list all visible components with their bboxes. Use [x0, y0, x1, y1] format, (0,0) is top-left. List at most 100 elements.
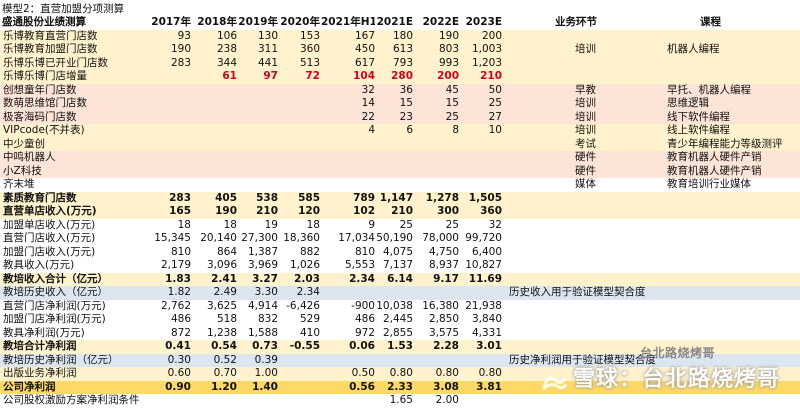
table-cell	[369, 138, 413, 152]
table-cell: -0.55	[289, 340, 320, 352]
table-cell: 0.52	[213, 353, 237, 366]
table-cell	[276, 111, 320, 125]
table-cell: 405	[215, 191, 237, 204]
row-label: 小Z科技	[3, 164, 42, 177]
table-cell: 1,147	[379, 191, 413, 204]
table-cell: 2.41	[211, 272, 237, 285]
table-cell	[193, 178, 237, 192]
table-cell: 1,203	[471, 56, 502, 69]
table-cell: 0.80	[478, 367, 502, 379]
table-cell: 882	[299, 245, 320, 258]
table-cell: 3,840	[471, 313, 502, 325]
header-row: 盛通股份业绩测算 2017年 2018年 2019年 2020年 2021年H1 2021E…	[0, 16, 800, 30]
row-label: 乐博乐博已开业门店数	[3, 56, 108, 69]
row-label: 直营门店净利润(万元)	[3, 299, 106, 312]
table-cell: 0.73	[252, 340, 278, 352]
table-cell	[415, 354, 459, 368]
business-stage-cell	[575, 70, 635, 84]
table-cell: 3.30	[254, 286, 278, 298]
table-cell: 2.34	[296, 286, 320, 298]
table-cell	[193, 111, 237, 125]
business-stage-cell: 媒体	[575, 178, 596, 190]
course-cell: 教育机器人硬件产销	[667, 164, 762, 177]
business-stage-cell	[575, 273, 635, 287]
table-cell	[415, 178, 459, 192]
header-section-label: 盛通股份业绩测算	[2, 16, 86, 28]
table-cell: 36	[399, 83, 413, 96]
table-cell: 23	[399, 110, 413, 123]
table-cell	[234, 84, 278, 98]
row-label: 创想童年门店数	[3, 83, 77, 96]
table-cell	[193, 165, 237, 179]
table-cell: 1.00	[254, 367, 278, 379]
table-cell: 486	[170, 313, 191, 325]
table-cell: 1.65	[389, 394, 413, 406]
table-cell: 18	[223, 218, 237, 231]
table-cell: 8,937	[428, 259, 459, 271]
business-stage-cell: 培训	[575, 124, 596, 136]
row-label: 齐末堆	[3, 178, 35, 190]
course-cell	[667, 192, 792, 206]
course-cell: 早托、机器人编程	[667, 83, 751, 96]
table-row: 乐博乐博已开业门店数 283 344 441 513 617 793 993 1,203	[0, 56, 800, 71]
business-stage-cell	[575, 300, 635, 314]
table-cell	[458, 165, 502, 179]
table-cell: 50,190	[376, 232, 413, 244]
table-cell: 1.20	[211, 380, 237, 393]
course-cell: 青少年编程能力等级测评	[667, 137, 783, 150]
course-cell: 线下软件编程	[667, 110, 730, 123]
row-label: 加盟门店净利润(万元)	[3, 313, 106, 325]
table-cell: 25	[445, 110, 459, 123]
table-cell	[415, 138, 459, 152]
table-cell: 1,505	[468, 191, 502, 204]
table-cell	[369, 354, 413, 368]
course-cell	[667, 259, 792, 273]
row-label: 出版业务净利润	[3, 367, 77, 379]
row-label: 直营单店收入(万元)	[3, 205, 97, 217]
table-cell	[415, 286, 459, 300]
table-cell	[234, 165, 278, 179]
table-cell: 344	[216, 56, 237, 69]
row-label: 加盟单店收入(万元)	[3, 218, 96, 231]
business-stage-cell: 培训	[575, 97, 596, 109]
table-cell	[276, 367, 320, 381]
table-cell: 4,750	[428, 245, 459, 258]
table-cell: 280	[391, 70, 413, 82]
business-stage-cell: 早教	[575, 83, 596, 96]
table-cell: 793	[392, 56, 413, 69]
table-cell	[234, 97, 278, 111]
table-cell: 0.60	[167, 367, 191, 379]
row-label: 加盟门店收入(万元)	[3, 245, 96, 258]
table-cell: 25	[445, 218, 459, 231]
table-cell	[147, 84, 191, 98]
table-cell: 18	[306, 218, 320, 231]
business-stage-cell	[575, 259, 635, 273]
table-cell: 210	[391, 205, 413, 217]
table-cell: 993	[438, 56, 459, 69]
table-row: 加盟单店收入(万元) 18 18 19 18 9 25 25 32	[0, 218, 800, 232]
table-cell	[276, 84, 320, 98]
table-cell	[147, 165, 191, 179]
table-cell: 0.90	[165, 380, 191, 393]
table-row: 加盟门店收入(万元) 810 864 1,387 882 810 4,075 4,750 6,4…	[0, 245, 800, 260]
table-cell: 810	[170, 245, 191, 258]
table-cell	[193, 84, 237, 98]
table-cell: 3.81	[476, 380, 502, 393]
table-row: 数萌思维馆门店数 14 15 15 25 培训 思维逻辑	[0, 97, 800, 111]
header-business-stage: 业务环节	[555, 16, 597, 28]
course-cell	[667, 57, 792, 71]
row-label: 素质教育门店数	[3, 191, 77, 204]
course-cell	[667, 246, 792, 260]
business-stage-cell: 考试	[575, 137, 596, 150]
row-label: 数萌思维馆门店数	[3, 97, 87, 109]
course-cell	[667, 286, 792, 300]
table-cell	[276, 97, 320, 111]
table-row: 乐博教育加盟门店数 190 238 311 360 450 613 803 1,003 培训 机器人…	[0, 43, 800, 57]
header-year: 2023E	[465, 16, 502, 28]
table-row: 教培收入合计（亿元） 1.83 2.41 3.27 2.03 2.34 6.14 9.17 11…	[0, 272, 800, 287]
table-cell: 360	[299, 43, 320, 55]
row-label: 教具净利润(万元)	[3, 326, 85, 339]
table-cell	[458, 394, 502, 408]
row-label: 公司股权激励方案净利润条件	[3, 394, 140, 406]
table-cell: 529	[299, 313, 320, 325]
